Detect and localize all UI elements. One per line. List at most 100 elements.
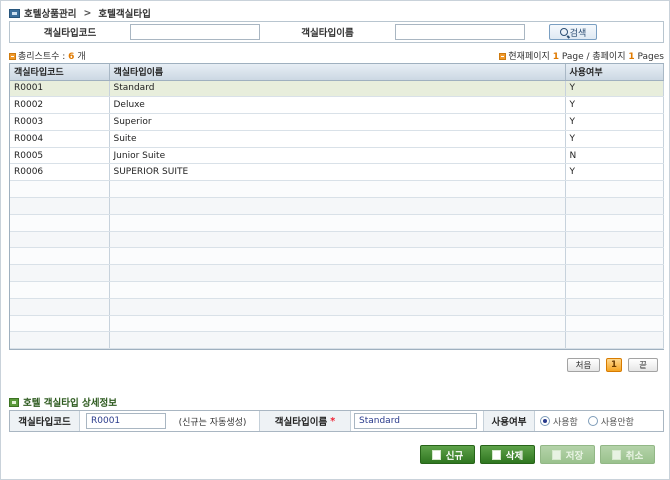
search-bar: 객실타입코드 객실타입이름 검색 — [9, 21, 664, 43]
table-row[interactable] — [10, 197, 664, 215]
table-row[interactable]: R0002 Deluxe Y — [10, 96, 664, 115]
current-page-button[interactable]: 1 — [606, 358, 622, 372]
window-frame: 호텔상품관리 > 호텔객실타입 객실타입코드 객실타입이름 검색 총리스트수 :… — [0, 0, 670, 480]
detail-code-field[interactable]: R0001 — [86, 413, 166, 429]
table-row[interactable]: R0006 SUPERIOR SUITE Y — [10, 163, 664, 182]
delete-button-label: 삭제 — [505, 450, 524, 462]
cell-name: Junior Suite — [109, 147, 566, 165]
cell-name: Deluxe — [109, 96, 566, 115]
total-label: 총리스트수 : — [18, 51, 66, 62]
cell-code: R0003 — [10, 113, 110, 131]
cell-use: N — [565, 147, 664, 165]
cell-name — [109, 298, 566, 316]
use-radio-group: 사용함 사용안함 — [540, 415, 644, 428]
table-row[interactable] — [10, 331, 664, 350]
table-row[interactable]: R0004 Suite Y — [10, 130, 664, 148]
last-page-button[interactable]: 끝 — [628, 358, 658, 372]
cell-name: Standard — [109, 80, 566, 98]
cell-code — [10, 197, 110, 215]
cancel-button[interactable]: 취소 — [600, 445, 655, 464]
table-row[interactable] — [10, 264, 664, 283]
cell-use — [565, 331, 664, 350]
table-row[interactable]: R0003 Superior Y — [10, 113, 664, 131]
cell-name — [109, 315, 566, 333]
search-name-label: 객실타입이름 — [301, 28, 354, 39]
cell-code — [10, 298, 110, 316]
cell-name — [109, 264, 566, 283]
room-type-table: 객실타입코드 객실타입이름 사용여부 R0001 Standard Y R0002 De… — [10, 64, 664, 350]
new-button[interactable]: 신규 — [420, 445, 475, 464]
cell-code: R0001 — [10, 80, 110, 98]
table-row[interactable] — [10, 315, 664, 333]
page-suffix: Pages — [637, 51, 664, 62]
detail-name-field[interactable]: Standard — [354, 413, 477, 429]
cell-name — [109, 231, 566, 249]
table-row[interactable] — [10, 281, 664, 299]
cell-use — [565, 180, 664, 199]
cell-name: Suite — [109, 130, 566, 148]
total-count: 총리스트수 : 6 개 — [9, 49, 86, 62]
detail-name-label-text: 객실타입이름 — [274, 417, 328, 428]
action-buttons: 신규 삭제 저장 취소 — [420, 445, 655, 464]
cell-name — [109, 281, 566, 299]
column-header-use[interactable]: 사용여부 — [565, 64, 664, 81]
save-button-label: 저장 — [565, 450, 584, 462]
cell-code — [10, 315, 110, 333]
cell-code — [10, 214, 110, 232]
section-icon — [9, 397, 19, 407]
cell-use — [565, 281, 664, 299]
page-mid: Page / 총페이지 — [561, 51, 626, 62]
window-icon — [9, 8, 20, 18]
delete-icon — [491, 449, 501, 460]
cell-name — [109, 197, 566, 215]
search-name-input[interactable] — [395, 24, 525, 40]
bullet-icon — [9, 52, 16, 60]
cell-name — [109, 331, 566, 350]
list-summary: 총리스트수 : 6 개 현재페이지 1 Page / 총페이지 1 Pages — [9, 49, 664, 62]
search-icon — [559, 28, 568, 36]
cell-use: Y — [565, 163, 664, 182]
new-button-label: 신규 — [445, 450, 464, 462]
save-icon — [551, 449, 561, 460]
cancel-button-label: 취소 — [625, 450, 644, 462]
first-page-button[interactable]: 처음 — [567, 358, 600, 372]
search-code-label: 객실타입코드 — [43, 28, 97, 39]
detail-use-label: 사용여부 — [483, 411, 535, 431]
breadcrumb-parent: 호텔상품관리 — [24, 9, 77, 20]
use-no-radio[interactable] — [587, 416, 598, 426]
table-row[interactable] — [10, 298, 664, 316]
table-row[interactable] — [10, 247, 664, 266]
search-button-label: 검색 — [569, 28, 587, 39]
save-button[interactable]: 저장 — [540, 445, 595, 464]
cell-code: R0005 — [10, 147, 110, 165]
breadcrumb-separator: > — [83, 7, 92, 19]
use-yes-radio[interactable] — [540, 416, 550, 426]
total-count-unit: 개 — [77, 51, 86, 62]
use-no-label[interactable]: 사용안함 — [601, 415, 634, 428]
table-row[interactable] — [10, 180, 664, 199]
column-header-name[interactable]: 객실타입이름 — [109, 64, 566, 81]
cell-code — [10, 264, 110, 283]
table-row[interactable]: R0005 Junior Suite N — [10, 147, 664, 165]
delete-button[interactable]: 삭제 — [480, 445, 535, 464]
table-row[interactable] — [10, 214, 664, 232]
search-button[interactable]: 검색 — [549, 24, 597, 40]
cell-use: Y — [565, 80, 664, 98]
search-code-input[interactable] — [130, 24, 260, 40]
table-header-row: 객실타입코드 객실타입이름 사용여부 — [10, 64, 664, 81]
page-info: 현재페이지 1 Page / 총페이지 1 Pages — [499, 49, 664, 62]
cell-use: Y — [565, 130, 664, 148]
cell-name: SUPERIOR SUITE — [109, 163, 566, 182]
cell-code: R0002 — [10, 96, 110, 115]
use-yes-label[interactable]: 사용함 — [553, 415, 578, 428]
new-icon — [431, 449, 441, 460]
current-page-value: 1 — [552, 51, 559, 62]
room-type-grid: 객실타입코드 객실타입이름 사용여부 R0001 Standard Y R0002 De… — [9, 63, 664, 351]
detail-name-label: 객실타입이름 * — [259, 411, 351, 431]
column-header-code[interactable]: 객실타입코드 — [10, 64, 110, 81]
cell-name — [109, 247, 566, 266]
table-row[interactable] — [10, 231, 664, 249]
table-row[interactable]: R0001 Standard Y — [10, 80, 664, 98]
cell-code — [10, 247, 110, 266]
cell-code — [10, 180, 110, 199]
